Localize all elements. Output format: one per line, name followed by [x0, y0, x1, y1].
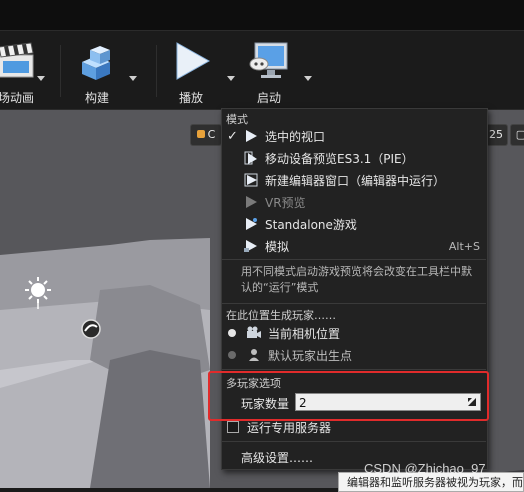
- mode-label: 移动设备预览ES3.1（PIE）: [265, 151, 414, 166]
- launch-monitor-icon: [247, 39, 291, 83]
- cinematics-dropdown-arrow-icon[interactable]: [36, 73, 46, 83]
- play-label: 播放: [178, 91, 203, 105]
- csdn-watermark: CSDN @Zhichao_97: [364, 461, 486, 476]
- title-bar: [0, 0, 524, 31]
- play-in-viewport-icon: [243, 128, 259, 144]
- mode-new-editor-window[interactable]: 新建编辑器窗口（编辑器中运行）: [222, 169, 486, 191]
- spawn-option-label: 默认玩家出生点: [268, 348, 353, 363]
- spawn-section-header: 在此位置生成玩家……: [226, 309, 336, 322]
- vr-preview-icon: [243, 194, 259, 210]
- mode-label: VR预览: [265, 195, 306, 210]
- menu-divider: [222, 369, 486, 370]
- play-button[interactable]: 播放: [168, 33, 214, 107]
- toolbar-separator: [156, 45, 157, 97]
- radio-selected-icon: [228, 329, 236, 337]
- toolbar-separator: [60, 45, 61, 97]
- play-icon: [169, 39, 213, 83]
- spawn-option-label: 当前相机位置: [268, 326, 341, 341]
- mode-label: 模拟: [265, 239, 290, 254]
- cinematics-label: 场动画: [0, 91, 34, 105]
- simulate-icon: [243, 238, 259, 254]
- mode-mobile-preview[interactable]: 移动设备预览ES3.1（PIE）: [222, 147, 486, 169]
- standalone-game-icon: [243, 216, 259, 232]
- mode-vr-preview[interactable]: VR预览: [222, 191, 486, 213]
- launch-dropdown-arrow-icon[interactable]: [303, 73, 313, 83]
- modes-description: 用不同模式启动游戏预览将会改变在工具栏中默认的“运行”模式: [241, 265, 472, 294]
- launch-label: 启动: [256, 91, 281, 105]
- spawn-default-player-start[interactable]: 默认玩家出生点: [222, 344, 486, 366]
- menu-divider: [222, 441, 486, 442]
- camera-icon: [246, 325, 262, 341]
- mode-label: 选中的视口: [265, 129, 326, 144]
- grid-snap-value: 25: [489, 128, 503, 141]
- checkmark-icon: ✓: [227, 128, 238, 144]
- viewport-mode-chip[interactable]: C: [190, 124, 222, 146]
- simulate-shortcut: Alt+S: [448, 239, 480, 253]
- new-window-play-icon: [243, 172, 259, 188]
- mode-simulate[interactable]: 模拟 Alt+S: [222, 235, 486, 257]
- viewport-mode-chip-text: C: [207, 128, 216, 141]
- viewport-maximize-chip[interactable]: ▢: [510, 124, 524, 146]
- advanced-settings-label: 高级设置……: [241, 450, 314, 465]
- cinematics-clapper-icon: [0, 39, 38, 83]
- build-button[interactable]: 构建: [74, 33, 120, 107]
- build-blocks-icon: [75, 39, 119, 83]
- camera-icon: [196, 130, 205, 138]
- menu-divider: [222, 303, 486, 304]
- checkbox-icon[interactable]: [227, 421, 239, 433]
- mobile-preview-icon: [243, 150, 259, 166]
- build-label: 构建: [84, 91, 109, 105]
- dedicated-server-label: 运行专用服务器: [247, 420, 332, 435]
- mode-label: Standalone游戏: [265, 217, 357, 232]
- cinematics-button[interactable]: 场动画: [0, 33, 40, 107]
- menu-divider: [222, 259, 486, 260]
- maximize-icon: ▢: [515, 128, 524, 141]
- play-dropdown-arrow-icon[interactable]: [226, 73, 236, 83]
- multiplayer-highlight-box: [208, 371, 489, 421]
- build-dropdown-arrow-icon[interactable]: [128, 73, 138, 83]
- mode-selected-viewport[interactable]: ✓ 选中的视口: [222, 125, 486, 147]
- launch-button[interactable]: 启动: [244, 33, 294, 107]
- radio-unselected-icon: [228, 351, 236, 359]
- mode-standalone-game[interactable]: Standalone游戏: [222, 213, 486, 235]
- mode-label: 新建编辑器窗口（编辑器中运行）: [265, 173, 446, 188]
- player-start-icon: [246, 347, 262, 363]
- main-toolbar: 场动画 构建 播放 启动: [0, 31, 524, 110]
- spawn-current-camera[interactable]: 当前相机位置: [222, 322, 486, 344]
- sky-sphere-icon[interactable]: [80, 318, 102, 340]
- directional-light-icon[interactable]: [24, 276, 54, 310]
